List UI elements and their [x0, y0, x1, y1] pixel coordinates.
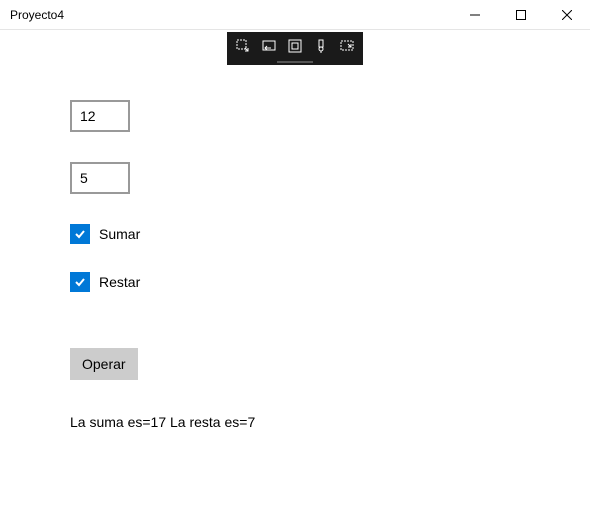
window-title: Proyecto4 — [10, 8, 64, 22]
form-content: Sumar Restar Operar La suma es=17 La res… — [0, 30, 590, 521]
window-titlebar: Proyecto4 — [0, 0, 590, 30]
maximize-button[interactable] — [498, 0, 544, 29]
sumar-checkbox[interactable] — [70, 224, 90, 244]
sumar-checkbox-row[interactable]: Sumar — [70, 224, 590, 244]
value1-input[interactable] — [70, 100, 130, 132]
close-button[interactable] — [544, 0, 590, 29]
sumar-label: Sumar — [99, 226, 140, 242]
window-controls — [452, 0, 590, 29]
restar-checkbox-row[interactable]: Restar — [70, 272, 590, 292]
result-text: La suma es=17 La resta es=7 — [70, 414, 590, 430]
restar-label: Restar — [99, 274, 140, 290]
operate-button[interactable]: Operar — [70, 348, 138, 380]
minimize-button[interactable] — [452, 0, 498, 29]
restar-checkbox[interactable] — [70, 272, 90, 292]
value2-input[interactable] — [70, 162, 130, 194]
